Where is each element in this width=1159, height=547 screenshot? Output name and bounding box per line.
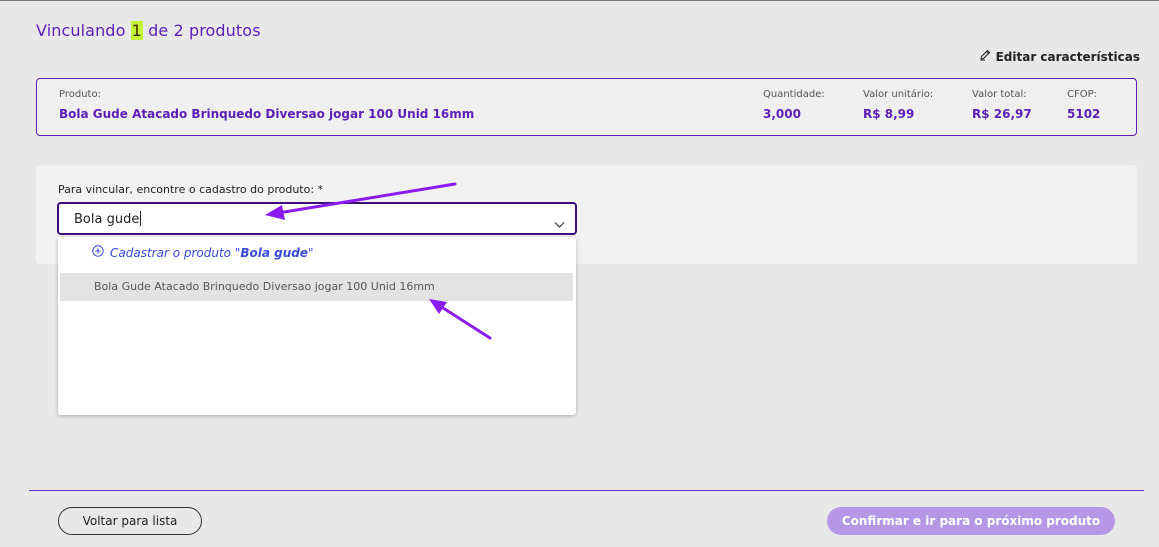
search-result-option[interactable]: Bola Gude Atacado Brinquedo Diversao jog… <box>60 273 573 301</box>
total-value: R$ 26,97 <box>972 107 1032 121</box>
search-results-dropdown: Cadastrar o produto "Bola gude" Bola Gud… <box>58 237 576 415</box>
create-product-option[interactable]: Cadastrar o produto "Bola gude" <box>92 245 314 260</box>
total-field: Valor total: R$ 26,97 <box>972 89 1032 121</box>
page-title: Vinculando 1 de 2 produtos <box>36 21 261 40</box>
quantity-field: Quantidade: 3,000 <box>763 89 825 121</box>
pencil-icon <box>979 49 991 64</box>
search-field-label: Para vincular, encontre o cadastro do pr… <box>58 183 324 196</box>
unit-price-label: Valor unitário: <box>863 89 934 100</box>
footer-divider <box>29 490 1144 491</box>
chevron-down-icon[interactable] <box>554 214 565 233</box>
quantity-label: Quantidade: <box>763 89 825 100</box>
product-name-label: Produto: <box>59 89 101 100</box>
create-product-label: Cadastrar o produto "Bola gude" <box>110 245 314 260</box>
cfop-value: 5102 <box>1067 107 1101 121</box>
search-input-value[interactable]: Bola gude <box>74 211 142 227</box>
title-suffix: de 2 produtos <box>142 21 261 40</box>
current-index-highlight: 1 <box>130 21 143 40</box>
cfop-label: CFOP: <box>1067 89 1098 100</box>
product-name-field: Produto: Bola Gude Atacado Brinquedo Div… <box>59 89 474 121</box>
cfop-field: CFOP: 5102 <box>1067 89 1100 121</box>
total-label: Valor total: <box>972 89 1027 100</box>
back-to-list-button[interactable]: Voltar para lista <box>58 507 202 535</box>
product-search-select[interactable]: Bola gude <box>57 202 577 235</box>
unit-price-value: R$ 8,99 <box>863 107 915 121</box>
text-cursor <box>140 211 142 226</box>
edit-characteristics-link[interactable]: Editar características <box>979 49 1140 64</box>
unit-price-field: Valor unitário: R$ 8,99 <box>863 89 933 121</box>
confirm-next-button[interactable]: Confirmar e ir para o próximo produto <box>827 507 1115 535</box>
title-prefix: Vinculando <box>36 21 131 40</box>
quantity-value: 3,000 <box>763 107 801 121</box>
product-summary-card: Produto: Bola Gude Atacado Brinquedo Div… <box>36 78 1137 136</box>
product-name-value: Bola Gude Atacado Brinquedo Diversao jog… <box>59 107 475 121</box>
edit-characteristics-label: Editar características <box>995 49 1140 64</box>
plus-circle-icon <box>92 245 104 260</box>
